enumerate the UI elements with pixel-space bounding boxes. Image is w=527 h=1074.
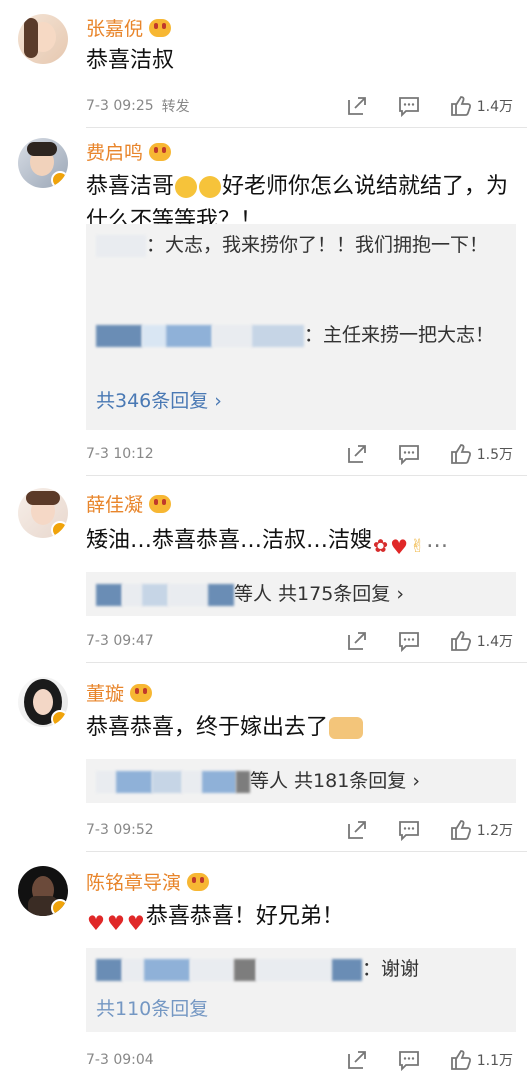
like-count: 1.1万 [476,1053,513,1069]
reply-preview-box[interactable]: ：谢谢 共110条回复 [86,948,516,1032]
comment-text: 恭喜洁叔 [86,48,175,73]
comment-icon[interactable] [397,442,421,466]
blurred-username [96,234,146,257]
view-all-replies-link[interactable]: 共346条回复 › [96,386,222,413]
share-icon[interactable] [345,1048,369,1072]
avatar[interactable] [18,866,68,916]
reply-line: 等人 共181条回复 › [96,766,506,796]
user-name[interactable]: 董璇 [86,679,124,706]
reply-line: ：主任来捞一把大志！ [96,320,506,350]
vip-crown-icon [149,142,172,161]
like-icon[interactable] [449,94,473,118]
vip-crown-icon [130,683,153,702]
like-icon[interactable] [449,442,473,466]
comment-icon[interactable] [397,818,421,842]
forward-label[interactable]: 转发 [162,96,190,116]
share-icon[interactable] [345,94,369,118]
share-icon[interactable] [345,818,369,842]
divider [86,662,527,663]
comment-icon[interactable] [397,629,421,653]
avatar[interactable] [18,677,68,727]
comment-text: 恭喜恭喜，终于嫁出去了 [86,711,509,745]
comment-text: 矮油…恭喜恭喜…洁叔…洁嫂✿ ♥ ✌… [86,528,449,559]
crying-emoji-icon [175,176,198,198]
comment-time: 7-3 09:52 [86,822,154,838]
like-icon[interactable] [449,629,473,653]
like-icon[interactable] [449,1048,473,1072]
vip-crown-icon [149,494,172,513]
like-count: 1.4万 [476,99,513,115]
rose-emoji-icon: ✿ [373,536,389,557]
user-name[interactable]: 薛佳凝 [86,490,143,517]
like-count: 1.5万 [476,447,513,463]
reply-line: ：大志，我来捞你了！！我们拥抱一下！ [96,230,506,260]
kiss-emoji-icon [329,717,364,739]
victory-emoji-icon: ✌ [410,536,426,557]
heart-emoji-icon: ♥ [390,535,409,559]
avatar[interactable] [18,488,68,538]
view-all-replies-link[interactable]: 共110条回复 [96,994,208,1021]
comment-time: 7-3 09:47 [86,633,154,649]
like-count: 1.2万 [476,823,513,839]
like-count: 1.4万 [476,634,513,650]
blurred-username [96,324,142,347]
divider [86,475,527,476]
avatar[interactable] [18,138,68,188]
user-name[interactable]: 费启鸣 [86,138,143,165]
share-icon[interactable] [345,629,369,653]
verified-badge-icon [51,521,68,538]
reply-line: ：谢谢 [96,954,506,984]
divider [86,127,527,128]
verified-badge-icon [51,710,68,727]
vip-crown-icon [187,872,210,891]
view-all-replies-link[interactable]: 等人 共175条回复 › [234,583,404,605]
vip-crown-icon [149,18,172,37]
crying-emoji-icon [199,176,222,198]
comment-time: 7-3 09:25 [86,98,154,114]
avatar[interactable] [18,14,68,64]
comment-icon[interactable] [397,94,421,118]
like-icon[interactable] [449,818,473,842]
comment-time: 7-3 10:12 [86,446,154,462]
user-name[interactable]: 陈铭章导演 [86,868,181,895]
heart-emoji-icon: ♥ [87,911,105,935]
reply-preview-box[interactable]: 等人 共175条回复 › [86,572,516,616]
heart-emoji-icon: ♥ [106,911,125,935]
divider [86,851,527,852]
user-name[interactable]: 张嘉倪 [86,14,143,41]
share-icon[interactable] [345,442,369,466]
comment-text: ♥ ♥ ♥恭喜恭喜！好兄弟！ [87,904,344,935]
verified-badge-icon [51,171,68,188]
view-all-replies-link[interactable]: 等人 共181条回复 › [250,770,420,792]
reply-preview-box[interactable]: ：大志，我来捞你了！！我们拥抱一下！ ：主任来捞一把大志！ 共346条回复 › [86,224,516,430]
reply-line: 等人 共175条回复 › [96,579,506,609]
reply-preview-box[interactable]: 等人 共181条回复 › [86,759,516,803]
verified-badge-icon [51,899,68,916]
comment-text-start: 恭喜洁哥 [86,174,175,199]
comment-time: 7-3 09:04 [86,1052,154,1068]
comment-icon[interactable] [397,1048,421,1072]
heart-emoji-icon: ♥ [126,911,145,935]
